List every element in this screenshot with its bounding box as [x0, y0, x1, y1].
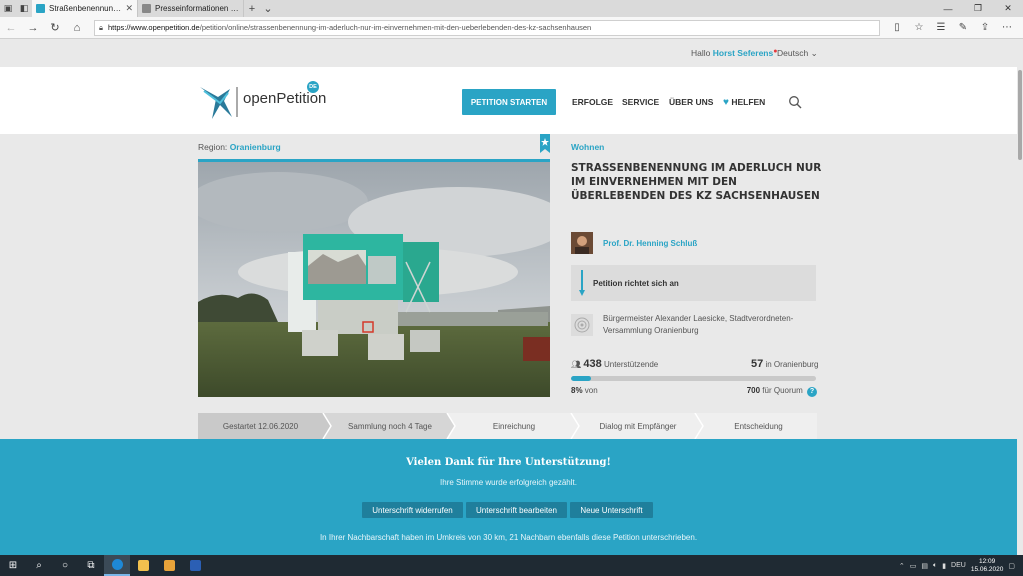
tab-list-chevron-icon[interactable]: ⌄ [260, 0, 276, 17]
category-link[interactable]: Wohnen [571, 142, 604, 152]
chevron-down-icon: ⌄ [810, 48, 818, 58]
username: Horst Seferens [712, 48, 774, 58]
windows-start-icon[interactable]: ⊞ [0, 555, 26, 576]
favorite-star-icon[interactable]: ☆ [908, 22, 930, 33]
progress-fill [571, 376, 591, 381]
stage-bar: Gestartet 12.06.2020 Sammlung noch 4 Tag… [198, 413, 817, 439]
tray-chevron-up-icon[interactable]: ⌃ [899, 562, 905, 570]
url-path: /petition/online/strassenbenennung-im-ad… [199, 23, 592, 32]
url-base: https://www.openpetition.de [108, 23, 200, 32]
browser-tab-active[interactable]: Straßenbenennung im A ✕ [32, 0, 138, 17]
tray-app-icon[interactable]: ▭ [910, 562, 917, 570]
url-input[interactable]: 🔒︎ https://www.openpetition.de/petition/… [94, 19, 880, 36]
language-select[interactable]: Deutsch ⌄ [777, 48, 818, 59]
more-icon[interactable]: ⋯ [996, 22, 1018, 33]
user-greeting[interactable]: Hallo Horst Seferens● [691, 48, 777, 58]
tray-battery-icon[interactable]: ▮ [942, 562, 946, 570]
scrollbar-thumb[interactable] [1018, 70, 1022, 160]
stage-collection: Sammlung noch 4 Tage [348, 421, 432, 431]
people-icon: 👥︎ [571, 360, 582, 369]
help-icon[interactable]: ? [807, 387, 817, 397]
page-favicon-icon [142, 4, 151, 13]
notification-center-icon[interactable]: ▢ [1008, 562, 1015, 570]
system-tray: ⌃ ▭ ▤ 🔈︎ ▮ DEU 12:09 15.06.2020 ▢ [899, 558, 1023, 574]
close-tab-icon[interactable]: ✕ [125, 3, 133, 14]
stage-dialog: Dialog mit Empfänger [599, 421, 677, 431]
back-icon[interactable]: ← [0, 17, 22, 39]
user-bar: Hallo Horst Seferens● Deutsch ⌄ [0, 40, 1017, 66]
region-link[interactable]: Oranienburg [230, 142, 281, 152]
refresh-icon[interactable]: ↻ [44, 17, 66, 39]
maximize-icon[interactable]: ❐ [963, 0, 993, 17]
tab-title: Straßenbenennung im A [49, 4, 121, 13]
address-bar: ← → ↻ ⌂ 🔒︎ https://www.openpetition.de/p… [0, 17, 1023, 39]
revoke-signature-button[interactable]: Unterschrift widerrufen [362, 502, 463, 518]
file-explorer-icon[interactable] [130, 555, 156, 576]
new-signature-button[interactable]: Neue Unterschrift [570, 502, 653, 518]
stage-submission: Einreichung [492, 421, 536, 431]
recipient-text: Bürgermeister Alexander Laesicke, Stadtv… [603, 314, 794, 335]
progress-percent: 8% von [571, 386, 598, 395]
nav-ueber-uns[interactable]: ÜBER UNS [669, 97, 713, 107]
supporters-count: 👥︎ 438 Unterstützende [571, 358, 659, 370]
quorum-info: 700 für Quorum ? [740, 386, 817, 397]
start-petition-button[interactable]: PETITION STARTEN [462, 89, 556, 115]
stage-decision: Entscheidung [734, 421, 783, 431]
input-language[interactable]: DEU [951, 562, 966, 569]
lock-icon: 🔒︎ [99, 22, 103, 32]
taskbar: ⊞ ⌕ ○ ⧉ ⌃ ▭ ▤ 🔈︎ ▮ DEU 12:09 15.06.2020 … [0, 555, 1023, 576]
word-icon[interactable] [182, 555, 208, 576]
set-aside-tabs-icon[interactable]: ◧ [16, 0, 32, 17]
taskbar-search-icon[interactable]: ⌕ [26, 555, 52, 576]
author-avatar [571, 232, 593, 254]
close-window-icon[interactable]: ✕ [993, 0, 1023, 17]
tab-title: Presseinformationen - Stiftu [155, 4, 239, 13]
page-scrollbar[interactable] [1017, 40, 1023, 555]
search-icon[interactable] [788, 95, 802, 109]
nav-helfen[interactable]: ♥ HELFEN [723, 97, 765, 108]
share-icon[interactable]: ⇪ [974, 22, 996, 33]
region-info: Region: Oranienburg [198, 142, 281, 152]
outlook-icon[interactable] [156, 555, 182, 576]
target-label: Petition richtet sich an [593, 279, 679, 288]
country-badge: DE [307, 81, 319, 93]
neighbors-message: In Ihrer Nachbarschaft haben im Umkreis … [319, 533, 698, 542]
petition-photo [198, 162, 550, 397]
edge-browser-icon[interactable] [104, 555, 130, 576]
edit-signature-button[interactable]: Unterschrift bearbeiten [466, 502, 567, 518]
progress-bar [571, 376, 816, 381]
nav-erfolge[interactable]: ERFOLGE [572, 97, 613, 107]
stage-started: Gestartet 12.06.2020 [222, 421, 299, 431]
target-box: Petition richtet sich an [571, 265, 816, 301]
clock[interactable]: 12:09 15.06.2020 [971, 558, 1004, 574]
forward-icon[interactable]: → [22, 17, 44, 39]
task-view-icon[interactable]: ⧉ [78, 555, 104, 576]
reading-view-icon[interactable]: ▯ [886, 22, 908, 33]
thank-you-banner: Vielen Dank für Ihre Unterstützung! Ihre… [0, 439, 1017, 555]
minimize-icon[interactable]: — [933, 0, 963, 17]
tray-network-icon[interactable]: ▤ [921, 562, 928, 570]
pen-notes-icon[interactable]: ✎ [952, 22, 974, 33]
arrow-down-icon [579, 270, 585, 296]
favorites-list-icon[interactable]: ☰ [930, 22, 952, 33]
cortana-icon[interactable]: ○ [52, 555, 78, 576]
web-page: Hallo Horst Seferens● Deutsch ⌄ openPeti… [0, 40, 1017, 555]
browser-tab-bar: ▣ ◧ Straßenbenennung im A ✕ Presseinform… [0, 0, 1023, 17]
bookmark-star-icon[interactable] [540, 134, 550, 153]
nav-service[interactable]: SERVICE [622, 97, 659, 107]
site-header: openPetition DE PETITION STARTEN ERFOLGE… [0, 67, 1017, 134]
heart-icon: ♥ [723, 97, 729, 108]
tray-volume-icon[interactable]: 🔈︎ [933, 562, 937, 570]
petition-title: Straßenbenennung im Aderluch nur im Einv… [571, 162, 822, 202]
browser-tab-2[interactable]: Presseinformationen - Stiftu [138, 0, 244, 17]
thanks-heading: Vielen Dank für Ihre Unterstützung! [406, 457, 611, 468]
recipient-placeholder-icon [571, 314, 593, 336]
success-message: Ihre Stimme wurde erfolgreich gezählt. [440, 478, 577, 487]
home-icon[interactable]: ⌂ [66, 17, 88, 39]
local-supporters: 57 in Oranienburg [751, 358, 819, 370]
author-link[interactable]: Prof. Dr. Henning Schluß [603, 239, 697, 248]
openpetition-favicon-icon [36, 4, 45, 13]
new-tab-icon[interactable]: + [244, 0, 260, 17]
tab-actions-icon[interactable]: ▣ [0, 0, 16, 17]
